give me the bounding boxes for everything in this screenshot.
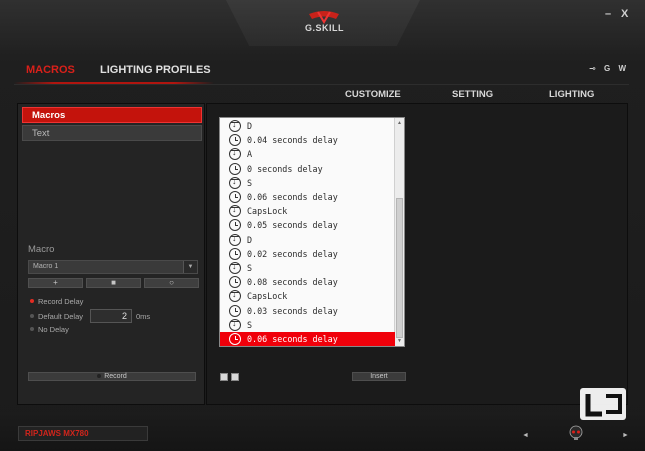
keystroke-icon: [229, 147, 241, 161]
scroll-thumb[interactable]: [396, 198, 403, 338]
list-item-label: CapsLock: [247, 291, 288, 302]
list-item[interactable]: 0.05 seconds delay: [220, 218, 395, 232]
keystroke-icon: [229, 289, 241, 303]
list-item-label: 0.06 seconds delay: [247, 192, 338, 202]
list-item[interactable]: D: [220, 233, 395, 247]
list-item-label: S: [247, 177, 253, 188]
nav-lighting-profiles-tab[interactable]: LIGHTING PROFILES: [100, 64, 211, 76]
delay-clock-icon: [229, 162, 241, 175]
list-item[interactable]: S: [220, 176, 395, 190]
list-item[interactable]: 0.06 seconds delay: [220, 332, 395, 346]
tab-customize[interactable]: CUSTOMIZE: [345, 89, 401, 100]
scroll-up-icon[interactable]: ▲: [397, 120, 402, 126]
nav-macros-tab[interactable]: MACROS: [26, 64, 75, 76]
list-item-label: CapsLock: [247, 206, 288, 217]
tab-text[interactable]: Text: [22, 125, 202, 141]
next-device-icon[interactable]: ►: [622, 432, 629, 439]
macro-section-label: Macro: [28, 244, 55, 255]
insert-button[interactable]: Insert: [352, 372, 406, 381]
brand-text: G.SKILL: [305, 23, 344, 33]
macro-event-list[interactable]: ▲ ▼ D 0.04 seconds delay A 0 seconds delay S…: [219, 117, 405, 347]
list-item[interactable]: S: [220, 261, 395, 275]
keystroke-icon: [229, 176, 241, 189]
delay-clock-icon: [229, 134, 241, 147]
list-item-label: S: [247, 263, 253, 273]
delay-clock-icon: [229, 304, 241, 317]
delay-clock-icon: [229, 191, 241, 203]
tab-macros[interactable]: Macros: [22, 107, 202, 123]
list-item-label: D: [247, 234, 253, 245]
radio-record-delay[interactable]: [30, 299, 34, 303]
no-delay-label[interactable]: No Delay: [38, 325, 69, 334]
default-delay-label[interactable]: Default Delay: [38, 312, 83, 321]
watermark-logo-icon: [580, 388, 626, 420]
list-item[interactable]: A: [220, 147, 395, 161]
chevron-down-icon[interactable]: ▼: [183, 261, 197, 273]
delay-clock-icon: [229, 247, 241, 260]
keystroke-icon: [229, 318, 241, 331]
keystroke-icon: [229, 119, 241, 132]
list-item-label: 0.03 seconds delay: [247, 305, 338, 316]
keystroke-icon: [229, 204, 241, 218]
device-name[interactable]: RIPJAWS MX780: [18, 426, 148, 441]
list-item[interactable]: CapsLock: [220, 204, 395, 218]
delay-clock-icon: [229, 276, 241, 289]
header-mini-icons[interactable]: ⊸ G W: [589, 64, 629, 73]
list-item[interactable]: 0 seconds delay: [220, 162, 395, 176]
list-item-label: D: [247, 121, 253, 131]
delay-clock-icon: [229, 219, 241, 232]
list-item[interactable]: S: [220, 318, 395, 332]
list-item[interactable]: 0.03 seconds delay: [220, 304, 395, 318]
list-item[interactable]: 0.04 seconds delay: [220, 133, 395, 147]
delay-clock-icon: [229, 333, 241, 345]
list-item[interactable]: 0.08 seconds delay: [220, 275, 395, 289]
list-item-label: 0.06 seconds delay: [247, 334, 338, 344]
list-item[interactable]: CapsLock: [220, 289, 395, 303]
minimize-button[interactable]: –: [605, 8, 611, 20]
prev-device-icon[interactable]: ◄: [522, 432, 529, 439]
title-bar: G.SKILL – X: [0, 0, 645, 50]
list-scrollbar[interactable]: ▲ ▼: [394, 118, 404, 346]
macro-select-value: Macro 1: [33, 263, 59, 270]
list-item[interactable]: D: [220, 119, 395, 133]
list-item-label: S: [247, 319, 253, 330]
record-button-label: Record: [104, 373, 127, 380]
delay-unit-label: 0ms: [136, 312, 151, 321]
header-divider: [14, 84, 629, 85]
app-window: G.SKILL – X MACROS LIGHTING PROFILES ⊸ G…: [0, 0, 645, 451]
keystroke-icon: [229, 261, 241, 274]
tab-lighting[interactable]: LIGHTING: [549, 89, 594, 100]
stop-macro-button[interactable]: ■: [86, 278, 141, 288]
delete-event-icon[interactable]: [220, 373, 228, 381]
refresh-macro-button[interactable]: ○: [144, 278, 199, 288]
close-button[interactable]: X: [621, 8, 628, 20]
record-delay-label[interactable]: Record Delay: [38, 297, 83, 306]
list-item-label: 0.02 seconds delay: [247, 248, 338, 259]
list-item-label: 0.05 seconds delay: [247, 220, 338, 231]
scroll-down-icon[interactable]: ▼: [397, 338, 402, 344]
keystroke-icon: [229, 233, 241, 246]
tab-setting[interactable]: SETTING: [452, 89, 493, 100]
radio-default-delay[interactable]: [30, 314, 34, 318]
record-button[interactable]: Record: [28, 372, 196, 381]
record-dot-icon: [97, 374, 102, 378]
add-macro-button[interactable]: +: [28, 278, 83, 288]
list-item-label: 0.08 seconds delay: [247, 277, 338, 288]
list-item[interactable]: 0.06 seconds delay: [220, 190, 395, 204]
list-item-label: 0 seconds delay: [247, 163, 323, 174]
default-delay-input[interactable]: 2: [90, 309, 132, 323]
edit-event-icon[interactable]: [231, 373, 239, 381]
list-item-label: 0.04 seconds delay: [247, 135, 338, 146]
list-item-label: A: [247, 149, 253, 160]
radio-no-delay[interactable]: [30, 327, 34, 331]
list-item[interactable]: 0.02 seconds delay: [220, 247, 395, 261]
macro-select[interactable]: Macro 1 ▼: [28, 260, 198, 274]
